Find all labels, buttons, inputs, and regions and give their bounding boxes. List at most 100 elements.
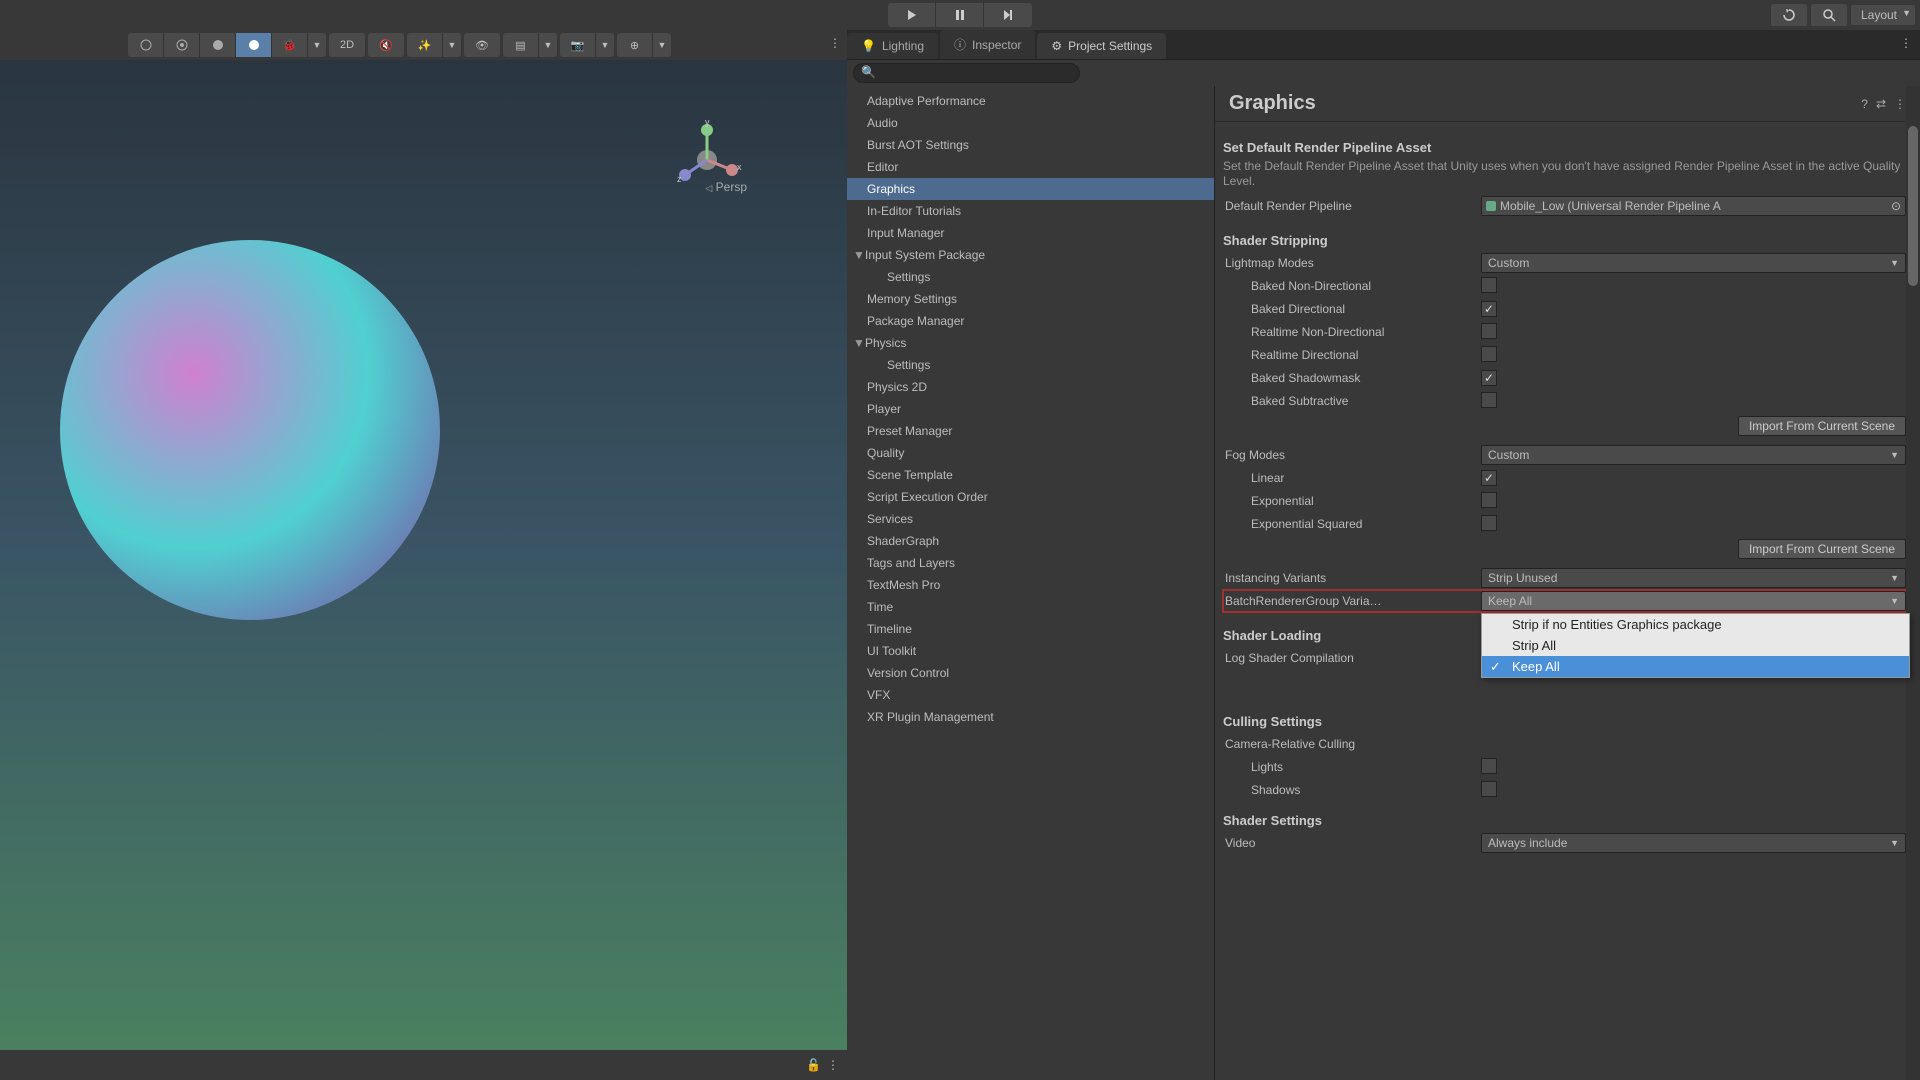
search-icon[interactable] [1811,4,1847,26]
checkbox-culling-lights[interactable] [1481,758,1497,774]
cat-tags-and-layers[interactable]: Tags and Layers [847,552,1214,574]
cat-audio[interactable]: Audio [847,112,1214,134]
svg-text:z: z [677,174,682,184]
tab-project-settings[interactable]: ⚙Project Settings [1037,33,1166,59]
cat-services[interactable]: Services [847,508,1214,530]
lock-icon[interactable]: 🔓 [806,1058,821,1072]
cat-in-editor-tutorials[interactable]: In-Editor Tutorials [847,200,1214,222]
import-lightmap-button[interactable]: Import From Current Scene [1738,416,1906,436]
cat-burst-aot[interactable]: Burst AOT Settings [847,134,1214,156]
default-pipeline-field[interactable]: Mobile_Low (Universal Render Pipeline A … [1481,196,1906,216]
tab-inspector[interactable]: ⓘInspector [940,30,1035,59]
scene-camera-dropdown[interactable]: ▼ [596,33,614,57]
menu-icon[interactable]: ⋮ [1894,97,1906,111]
gizmos-dropdown[interactable]: ▼ [653,33,671,57]
cat-shadergraph[interactable]: ShaderGraph [847,530,1214,552]
scene-layers[interactable]: ▤ [503,33,539,57]
lightmap-modes-dropdown[interactable]: Custom▼ [1481,253,1906,273]
scene-audio-toggle[interactable]: 🔇 [368,33,404,57]
2d-toggle[interactable]: 2D [329,33,365,57]
cat-version-control[interactable]: Version Control [847,662,1214,684]
cat-input-manager[interactable]: Input Manager [847,222,1214,244]
layout-dropdown[interactable]: Layout▼ [1851,5,1915,25]
instancing-variants-dropdown[interactable]: Strip Unused▼ [1481,568,1906,588]
projection-label[interactable]: ◁ Persp [705,180,747,194]
scene-fx-dropdown[interactable]: ▼ [443,33,461,57]
debug-draw-mode[interactable]: 🐞 [272,33,308,57]
lightbulb-icon: 💡 [861,39,876,53]
checkbox-realtime-directional[interactable] [1481,346,1497,362]
brg-option-keep-all[interactable]: ✓Keep All [1482,656,1909,677]
cat-input-system-settings[interactable]: Settings [847,266,1214,288]
import-fog-button[interactable]: Import From Current Scene [1738,539,1906,559]
shading-mode-shaded[interactable] [236,33,272,57]
brg-option-strip-all[interactable]: Strip All [1482,635,1909,656]
checkbox-baked-subtractive[interactable] [1481,392,1497,408]
scene-bottom-menu[interactable]: ⋮ [827,1058,839,1072]
tab-lighting[interactable]: 💡Lighting [847,33,938,59]
cat-textmesh-pro[interactable]: TextMesh Pro [847,574,1214,596]
checkbox-realtime-non-directional[interactable] [1481,323,1497,339]
scene-object-planet [60,240,440,620]
scene-camera[interactable]: 📷 [560,33,596,57]
cat-physics-2d[interactable]: Physics 2D [847,376,1214,398]
cat-time[interactable]: Time [847,596,1214,618]
scene-view[interactable]: y x z ◁ Persp [0,60,847,1050]
pause-button[interactable] [936,3,984,27]
cat-adaptive-performance[interactable]: Adaptive Performance [847,90,1214,112]
play-button[interactable] [888,3,936,27]
label-culling-shadows: Shadows [1223,783,1481,797]
cat-vfx[interactable]: VFX [847,684,1214,706]
content-scrollbar[interactable] [1906,86,1920,1080]
fog-modes-dropdown[interactable]: Custom▼ [1481,445,1906,465]
cat-player[interactable]: Player [847,398,1214,420]
cat-xr-plugin-management[interactable]: XR Plugin Management [847,706,1214,728]
cat-input-system-package[interactable]: ▼Input System Package [847,244,1214,266]
shading-mode-shaded-wireframe[interactable] [164,33,200,57]
checkbox-baked-non-directional[interactable] [1481,277,1497,293]
settings-search-input[interactable] [853,63,1080,83]
scene-layers-dropdown[interactable]: ▼ [539,33,557,57]
cat-script-execution-order[interactable]: Script Execution Order [847,486,1214,508]
scene-panel-menu[interactable]: ⋮ [829,36,841,50]
cat-quality[interactable]: Quality [847,442,1214,464]
cat-preset-manager[interactable]: Preset Manager [847,420,1214,442]
video-dropdown[interactable]: Always include▼ [1481,833,1906,853]
label-lightmap-modes: Lightmap Modes [1223,256,1481,270]
debug-draw-dropdown[interactable]: ▼ [308,33,326,57]
shading-mode-unlit[interactable] [200,33,236,57]
panel-menu[interactable]: ⋮ [1900,36,1912,50]
cat-physics[interactable]: ▼Physics [847,332,1214,354]
help-icon[interactable]: ? [1861,97,1868,111]
brg-option-strip-if-no-entities[interactable]: Strip if no Entities Graphics package [1482,614,1909,635]
cat-timeline[interactable]: Timeline [847,618,1214,640]
checkbox-culling-shadows[interactable] [1481,781,1497,797]
step-button[interactable] [984,3,1032,27]
checkbox-fog-linear[interactable] [1481,470,1497,486]
object-picker-icon[interactable]: ⊙ [1891,199,1901,213]
play-controls [888,3,1032,27]
cat-editor[interactable]: Editor [847,156,1214,178]
checkbox-fog-exponential[interactable] [1481,492,1497,508]
default-pipeline-value: Mobile_Low (Universal Render Pipeline A [1500,199,1721,213]
info-icon: ⓘ [954,36,966,53]
checkbox-baked-directional[interactable] [1481,301,1497,317]
cat-package-manager[interactable]: Package Manager [847,310,1214,332]
shading-mode-wireframe[interactable] [128,33,164,57]
gizmos-toggle[interactable]: ⊕ [617,33,653,57]
checkbox-baked-shadowmask[interactable] [1481,370,1497,386]
heading-default-pipeline: Set Default Render Pipeline Asset [1223,140,1906,155]
svg-text:x: x [737,162,742,172]
undo-history-icon[interactable] [1771,4,1807,26]
cat-ui-toolkit[interactable]: UI Toolkit [847,640,1214,662]
cat-graphics[interactable]: Graphics [847,178,1214,200]
brg-variants-dropdown[interactable]: Keep All▼ [1481,591,1906,611]
preset-icon[interactable]: ⇄ [1876,97,1886,111]
checkbox-fog-exponential-squared[interactable] [1481,515,1497,531]
scene-visibility-toggle[interactable]: 👁 [464,33,500,57]
scene-fx-toggle[interactable]: ✨ [407,33,443,57]
label-realtime-non-directional: Realtime Non-Directional [1223,325,1481,339]
cat-memory-settings[interactable]: Memory Settings [847,288,1214,310]
cat-scene-template[interactable]: Scene Template [847,464,1214,486]
cat-physics-settings[interactable]: Settings [847,354,1214,376]
